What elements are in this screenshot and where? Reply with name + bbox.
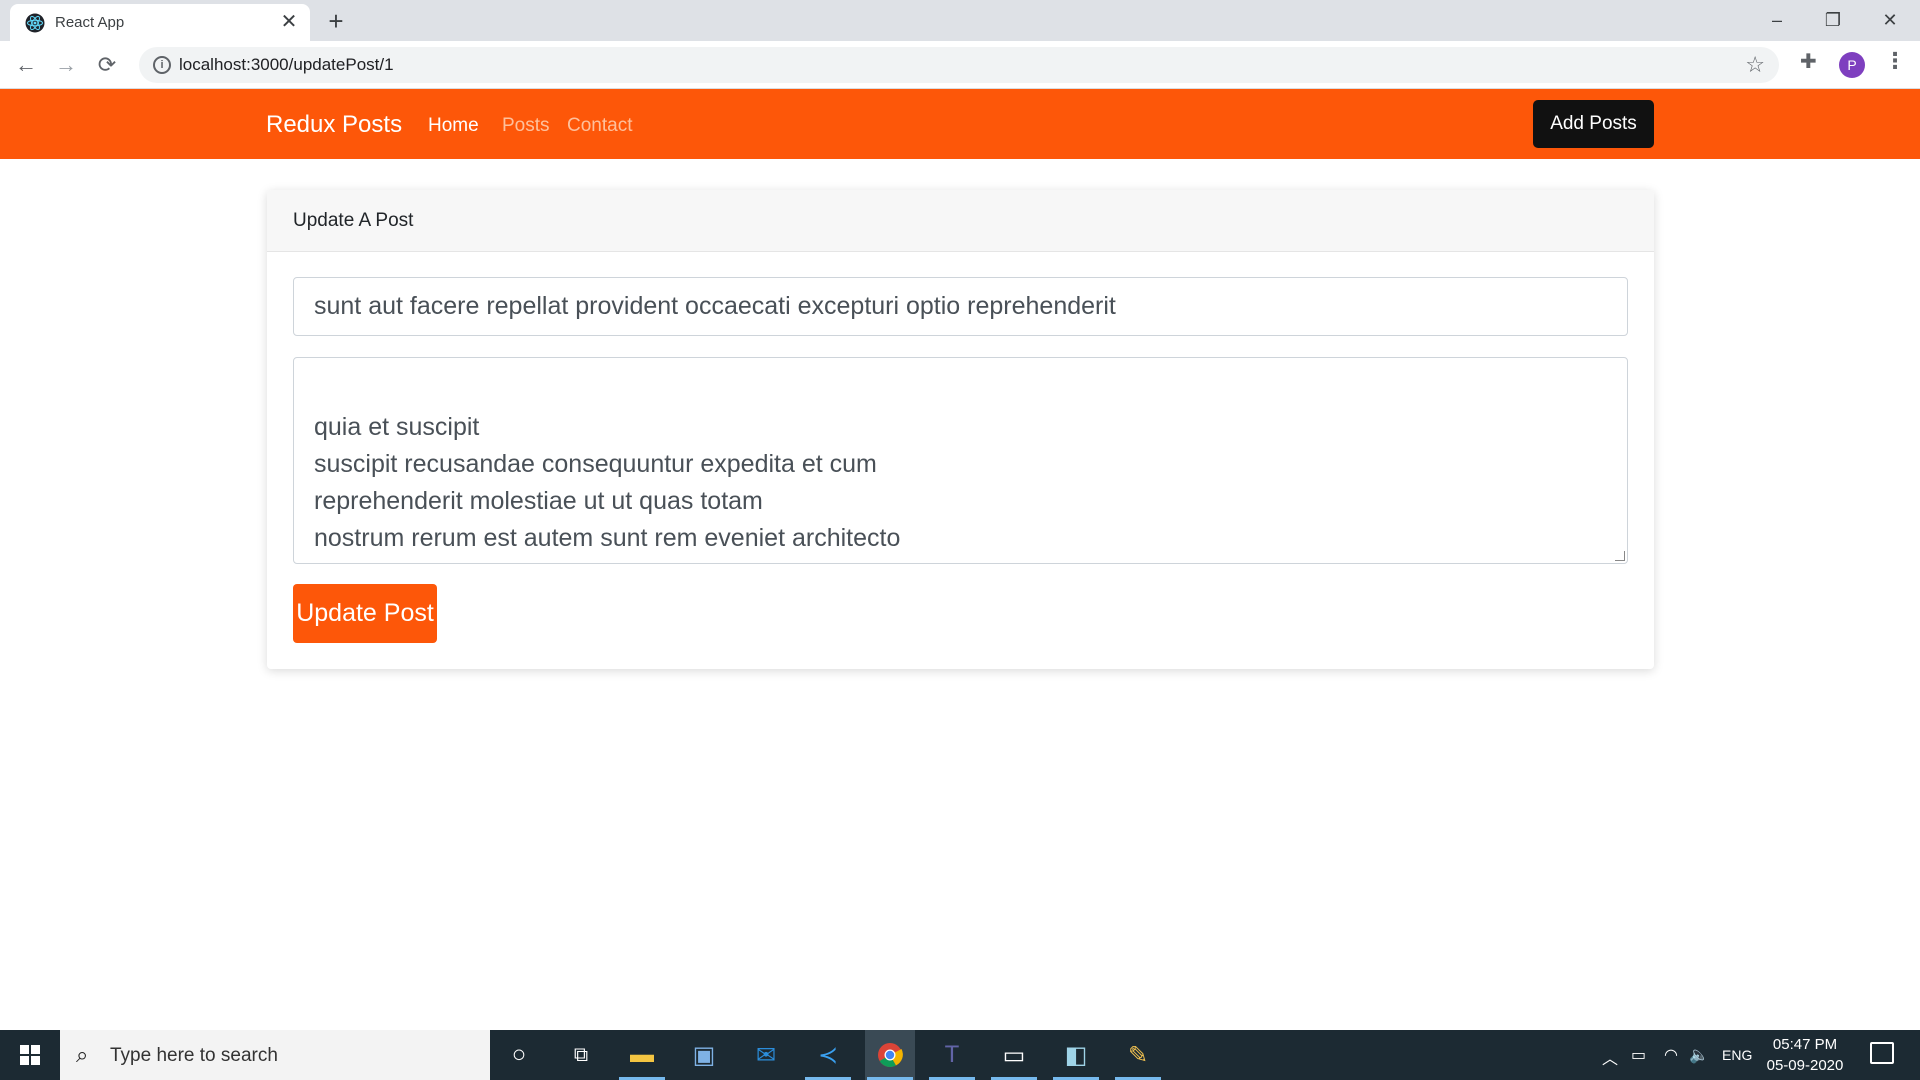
vscode-icon[interactable]: ≺ [803,1030,853,1080]
update-post-card: Update A Post sunt aut facere repellat p… [267,190,1654,669]
outlook-icon[interactable]: ✉ [741,1030,791,1080]
app-navbar: Redux Posts Home Posts Contact Add Posts [0,89,1920,159]
address-bar[interactable]: i localhost:3000/updatePost/1 ☆ [139,47,1779,83]
back-arrow-icon[interactable]: ← [10,49,42,81]
wifi-icon[interactable]: ◠ [1664,1045,1678,1065]
tray-chevron-icon[interactable]: ︿ [1602,1045,1618,1069]
browser-tabstrip: React App ✕ + – ❐ ✕ [0,0,1920,41]
volume-icon[interactable]: 🔈 [1689,1045,1709,1065]
chrome-icon[interactable] [865,1030,915,1080]
nav-link-contact[interactable]: Contact [567,115,632,137]
teams-icon[interactable]: T [927,1030,977,1080]
forward-arrow-icon[interactable]: → [50,49,82,81]
update-post-button[interactable]: Update Post [293,584,437,643]
language-indicator[interactable]: ENG [1722,1047,1752,1063]
restore-icon[interactable]: ❐ [1810,4,1856,36]
battery-icon[interactable]: ▭ [1631,1045,1646,1065]
search-icon: ⌕ [76,1042,89,1067]
notepad-icon[interactable]: ◧ [1051,1030,1101,1080]
address-bar-url[interactable]: localhost:3000/updatePost/1 [179,55,394,75]
clock-date: 05-09-2020 [1766,1057,1844,1074]
browser-tab[interactable]: React App ✕ [10,4,310,41]
add-posts-button[interactable]: Add Posts [1533,100,1654,148]
nav-link-home[interactable]: Home [428,115,479,137]
close-tab-icon[interactable]: ✕ [278,11,300,33]
windows-start-icon[interactable] [0,1030,60,1080]
cortana-icon[interactable]: ○ [494,1030,544,1080]
task-view-icon[interactable]: ⧉ [556,1030,606,1080]
react-icon [25,13,45,33]
nav-link-posts[interactable]: Posts [502,115,550,137]
post-title-input[interactable]: sunt aut facere repellat provident occae… [293,277,1628,336]
remote-desktop-icon[interactable]: ▣ [679,1030,729,1080]
extensions-puzzle-icon[interactable]: ✚ [1800,49,1817,74]
tab-title: React App [55,14,125,31]
file-explorer-icon[interactable]: ▬ [617,1030,667,1080]
windows-taskbar: ⌕ Type here to search ○ ⧉ ▬ ▣ ✉ ≺ T ▭ ◧ … [0,1030,1920,1080]
profile-avatar[interactable]: P [1839,52,1865,78]
site-info-icon[interactable]: i [153,56,171,74]
notification-center-icon[interactable] [1870,1042,1894,1064]
terminal-icon[interactable]: ▭ [989,1030,1039,1080]
taskbar-search-box[interactable]: ⌕ Type here to search [60,1030,490,1080]
reload-icon[interactable]: ⟳ [91,49,123,81]
taskbar-search-placeholder: Type here to search [110,1045,278,1066]
clock-time: 05:47 PM [1772,1036,1838,1053]
post-body-text[interactable]: quia et suscipit suscipit recusandae con… [314,413,900,552]
post-body-textarea[interactable]: quia et suscipit suscipit recusandae con… [293,357,1628,564]
browser-toolbar: ← → ⟳ i localhost:3000/updatePost/1 ☆ [0,41,1920,89]
card-header: Update A Post [267,190,1654,252]
paint-icon[interactable]: ✎ [1113,1030,1163,1080]
close-window-icon[interactable]: ✕ [1867,4,1913,36]
resize-grip-icon[interactable] [1615,551,1625,561]
bookmark-star-icon[interactable]: ☆ [1745,52,1765,78]
new-tab-icon[interactable]: + [322,8,350,36]
browser-menu-icon[interactable]: ⋮ [1884,48,1906,74]
taskbar-clock[interactable]: 05:47 PM 05-09-2020 [1760,1034,1850,1076]
minimize-icon[interactable]: – [1754,4,1800,36]
brand-logo[interactable]: Redux Posts [266,111,402,139]
